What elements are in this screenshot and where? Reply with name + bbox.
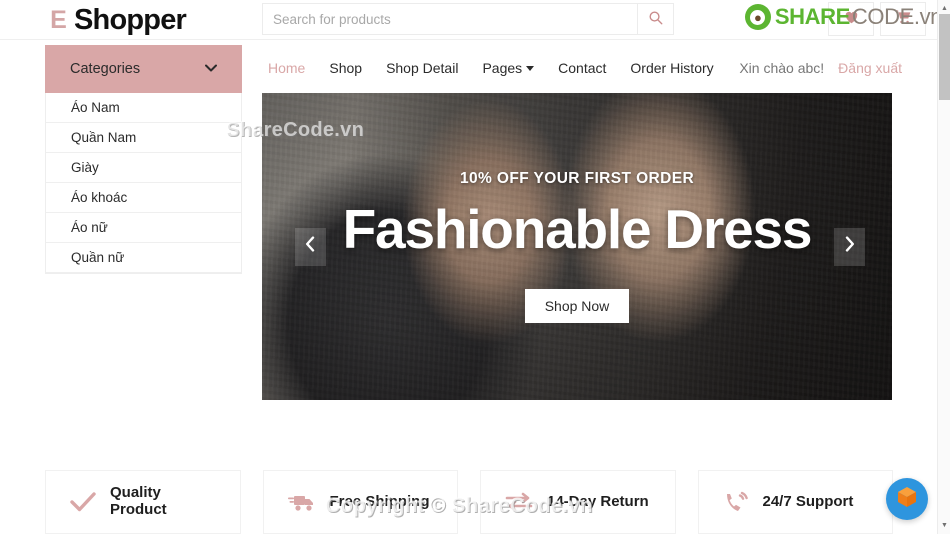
user-session-area: Xin chào abc! Đăng xuất: [739, 41, 902, 94]
categories-toggle-label: Categories: [70, 61, 141, 77]
wishlist-button[interactable]: [828, 2, 874, 36]
carousel-prev-button[interactable]: [295, 227, 326, 266]
feature-free-shipping: Free Shipping: [262, 470, 458, 534]
hero-kicker: 10% OFF YOUR FIRST ORDER: [459, 170, 695, 187]
category-item-quan-nam[interactable]: Quần Nam: [46, 123, 241, 153]
feature-label: 14-Day Return: [547, 492, 649, 510]
feature-24-7-support: 24/7 Support: [697, 470, 893, 534]
nav-link-contact[interactable]: Contact: [546, 60, 618, 76]
search-input[interactable]: [263, 4, 637, 34]
hero-content: 10% OFF YOUR FIRST ORDER Fashionable Dre…: [262, 93, 892, 400]
heart-icon: [844, 10, 859, 29]
nav-link-shop-detail[interactable]: Shop Detail: [374, 60, 470, 76]
chevron-down-icon: [205, 63, 217, 75]
user-greeting: Xin chào abc!: [739, 59, 825, 76]
header-icon-group: [828, 2, 926, 36]
navigation-row: Categories Home Shop Shop Detail Pages C…: [0, 41, 938, 94]
category-item-ao-khoac[interactable]: Áo khoác: [46, 183, 241, 213]
shop-now-button[interactable]: Shop Now: [524, 289, 630, 323]
logout-link[interactable]: Đăng xuất: [838, 60, 902, 76]
carousel-next-button[interactable]: [834, 227, 865, 266]
site-header: E Shopper: [0, 0, 938, 40]
category-list: Áo Nam Quần Nam Giày Áo khoác Áo nữ Quần…: [45, 93, 242, 274]
chevron-down-icon: [526, 65, 535, 71]
nav-link-pages[interactable]: Pages: [470, 60, 546, 76]
categories-toggle-button[interactable]: Categories: [45, 45, 242, 93]
nav-link-shop[interactable]: Shop: [317, 60, 374, 76]
chevron-right-icon: [844, 236, 855, 257]
cube-chat-icon: [896, 485, 918, 514]
site-logo[interactable]: E Shopper: [45, 0, 187, 40]
cart-button[interactable]: [880, 2, 926, 36]
truck-icon: [287, 491, 316, 513]
logo-wordmark: Shopper: [74, 3, 187, 36]
main-navigation: Home Shop Shop Detail Pages Contact Orde…: [262, 41, 726, 94]
nav-link-home[interactable]: Home: [262, 60, 317, 76]
feature-line1: Quality: [110, 484, 161, 502]
category-item-quan-nu[interactable]: Quần nữ: [46, 243, 241, 273]
search-submit-button[interactable]: [637, 4, 673, 34]
check-icon: [70, 491, 96, 513]
feature-label: 24/7 Support: [762, 492, 854, 510]
exchange-icon: [505, 491, 533, 513]
logo-badge-letter: E: [45, 3, 72, 37]
hero-carousel: 10% OFF YOUR FIRST ORDER Fashionable Dre…: [262, 93, 892, 400]
scrollbar-thumb[interactable]: [939, 14, 950, 100]
category-item-ao-nam[interactable]: Áo Nam: [46, 93, 241, 123]
category-item-giay[interactable]: Giày: [46, 153, 241, 183]
feature-label: Quality Product: [110, 484, 167, 519]
page-root: E Shopper Search for products Categories…: [0, 0, 950, 534]
shopping-cart-icon: [895, 9, 912, 29]
feature-line2: Product: [110, 501, 167, 518]
nav-link-pages-label: Pages: [482, 59, 523, 76]
chevron-left-icon: [305, 236, 316, 257]
feature-14-day-return: 14-Day Return: [480, 470, 676, 534]
feature-quality-product: Quality Product: [45, 470, 241, 534]
feature-label: Free Shipping: [329, 492, 430, 510]
feature-strip: Quality Product Free Shipping 14-Day Ret…: [45, 470, 893, 534]
scrollbar-down-arrow[interactable]: ▼: [938, 519, 950, 532]
hero-title: Fashionable Dress: [342, 198, 813, 260]
page-scrollbar[interactable]: ▲ ▼: [937, 0, 950, 534]
nav-link-order-history[interactable]: Order History: [618, 60, 725, 76]
chat-widget-button[interactable]: [886, 478, 928, 520]
phone-icon: [723, 491, 749, 513]
search-icon: [648, 10, 663, 28]
category-item-ao-nu[interactable]: Áo nữ: [46, 213, 241, 243]
search-bar: [262, 3, 674, 35]
